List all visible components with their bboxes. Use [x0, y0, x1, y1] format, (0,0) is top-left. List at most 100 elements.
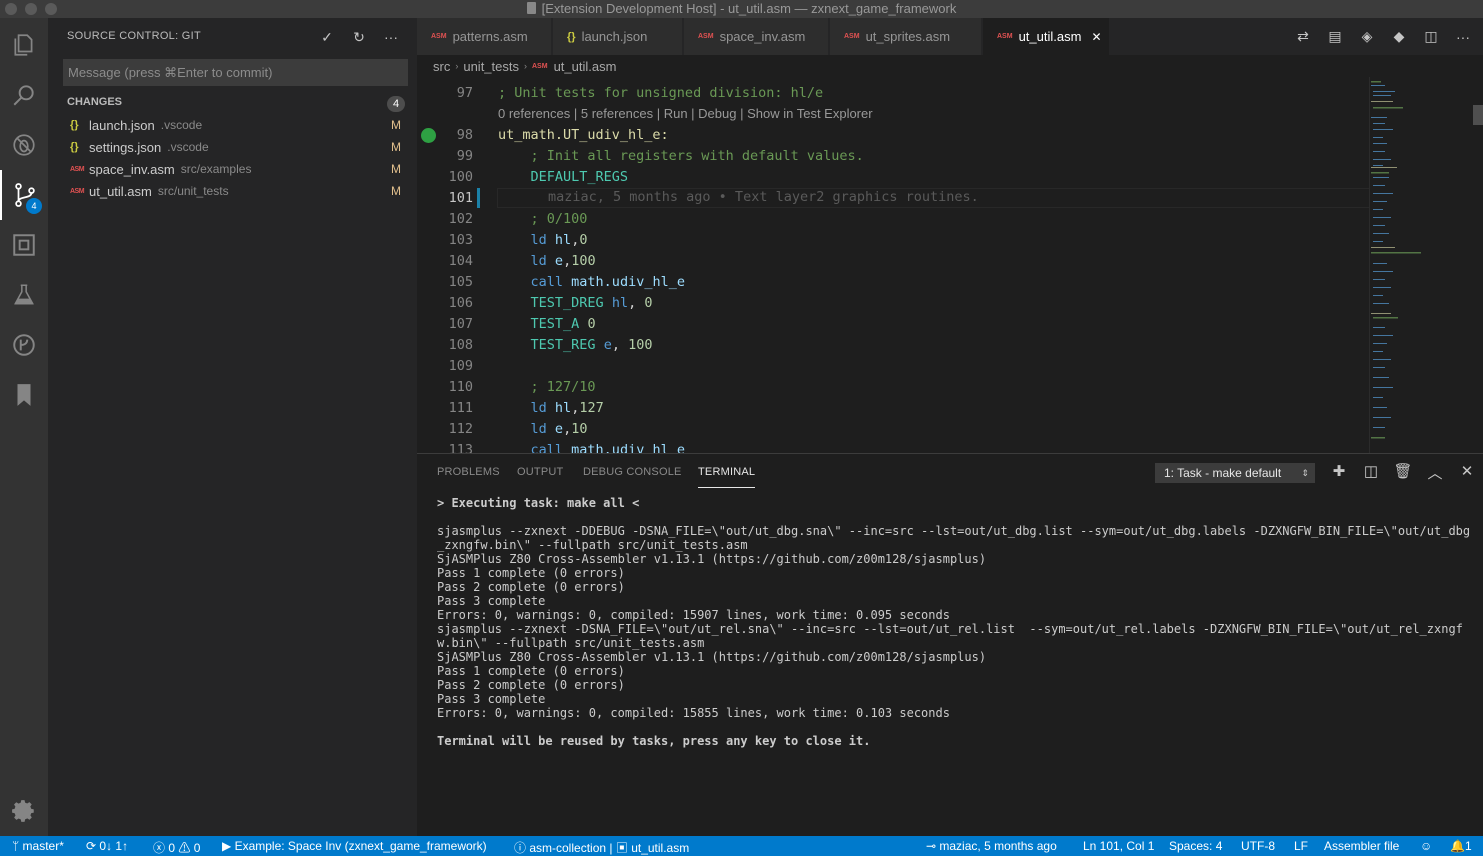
- line-number: 108: [448, 337, 473, 353]
- manage-button[interactable]: [0, 786, 48, 836]
- tab-patterns-asm[interactable]: ASM patterns.asm: [417, 18, 552, 55]
- file-icon: [526, 2, 536, 14]
- panel-actions: ✚ ◫ 🗑 ︿ ✕: [1323, 462, 1483, 483]
- modified-line-marker: [477, 188, 480, 208]
- list-item[interactable]: ASM space_inv.asm src/examples M: [48, 158, 417, 180]
- warning-icon: ⚠: [178, 841, 194, 855]
- split-terminal-icon[interactable]: ◫: [1355, 462, 1387, 483]
- open-changes-icon[interactable]: ⇄: [1287, 28, 1319, 45]
- commit-check-icon[interactable]: ✓: [311, 27, 343, 47]
- code-lens[interactable]: 0 references | 5 references | Run | Debu…: [498, 106, 873, 121]
- eol-status[interactable]: LF: [1294, 839, 1308, 853]
- code-editor[interactable]: 97 98 99 100 101 102 103 104 105 106 107…: [417, 77, 1483, 453]
- debug-button[interactable]: [0, 120, 48, 170]
- git-compare-icon[interactable]: ◆: [1383, 28, 1415, 45]
- asm-file-icon: ASM: [997, 33, 1013, 40]
- file-dir: src/examples: [180, 162, 252, 176]
- gitlens-button[interactable]: [0, 320, 48, 370]
- toggle-blame-icon[interactable]: ◈: [1351, 28, 1383, 45]
- more-actions-icon[interactable]: ···: [1447, 29, 1479, 45]
- breadcrumb-item[interactable]: unit_tests: [463, 59, 519, 74]
- tab-debug-console[interactable]: DEBUG CONSOLE: [583, 466, 682, 478]
- tab-ut-sprites-asm[interactable]: ASM ut_sprites.asm: [830, 18, 982, 55]
- tab-space-inv-asm[interactable]: ASM space_inv.asm: [684, 18, 829, 55]
- activity-bar: 4: [0, 18, 48, 836]
- close-tab-icon[interactable]: ✕: [1091, 30, 1101, 44]
- extensions-icon: [13, 234, 35, 256]
- status-file-label: ut_util.asm: [631, 841, 690, 855]
- language-mode-status[interactable]: Assembler file: [1324, 839, 1399, 853]
- line-number: 106: [448, 295, 473, 311]
- terminal-output[interactable]: > Executing task: make all < sjasmplus -…: [437, 496, 1472, 748]
- refresh-icon[interactable]: ↻: [343, 27, 375, 47]
- list-item[interactable]: {} settings.json .vscode M: [48, 136, 417, 158]
- cursor-position[interactable]: Ln 101, Col 1: [1083, 839, 1154, 853]
- commit-message-input[interactable]: [63, 59, 408, 86]
- breadcrumb-item[interactable]: ut_util.asm: [554, 59, 617, 74]
- terminal-line: Pass 1 complete (0 errors): [437, 566, 625, 580]
- blame-label: maziac, 5 months ago: [939, 839, 1057, 853]
- minimap[interactable]: [1365, 77, 1469, 453]
- close-panel-icon[interactable]: ✕: [1451, 462, 1483, 483]
- feedback-smiley-icon[interactable]: ☺: [1420, 839, 1432, 853]
- changes-header[interactable]: CHANGES: [67, 96, 122, 108]
- warning-count: 0: [193, 841, 201, 855]
- code-line: ; Init all registers with default values…: [530, 148, 864, 164]
- line-number: 102: [448, 211, 473, 227]
- search-button[interactable]: [0, 70, 48, 120]
- code-line: ld e,100: [530, 253, 596, 269]
- tab-terminal[interactable]: TERMINAL: [698, 466, 756, 488]
- test-button[interactable]: [0, 270, 48, 320]
- asm-file-icon: ASM: [532, 62, 548, 70]
- tab-launch-json[interactable]: {} launch.json: [553, 18, 683, 55]
- terminal-line: sjasmplus --zxnext -DSNA_FILE=\"out/ut_r…: [437, 622, 1463, 650]
- debug-config-status[interactable]: ▶ Example: Space Inv (zxnext_game_framew…: [222, 839, 487, 853]
- sync-status[interactable]: ⟳ 0↓ 1↑: [86, 839, 128, 853]
- split-editor-icon[interactable]: ◫: [1415, 28, 1447, 45]
- source-control-button[interactable]: 4: [0, 170, 48, 220]
- bookmarks-button[interactable]: [0, 370, 48, 420]
- extensions-button[interactable]: [0, 220, 48, 270]
- language-ext-status[interactable]: ⓘ asm-collection | ▣ ut_util.asm: [514, 839, 689, 856]
- tab-output[interactable]: OUTPUT: [517, 466, 563, 478]
- trash-icon[interactable]: 🗑: [1387, 462, 1419, 483]
- file-dir: .vscode: [160, 118, 203, 132]
- asm-file-icon: ASM: [70, 187, 85, 195]
- terminal-line: Pass 3 complete: [437, 692, 546, 706]
- file-status: M: [391, 162, 401, 176]
- status-bar: ᛘ master* ⟳ 0↓ 1↑ ⓧ 0 ⚠ 0 ▶ Example: Spa…: [0, 836, 1483, 856]
- new-terminal-icon[interactable]: ✚: [1323, 462, 1355, 483]
- breadcrumb: src › unit_tests › ASM ut_util.asm: [417, 55, 1483, 77]
- terminal-line: Errors: 0, warnings: 0, compiled: 15855 …: [437, 706, 950, 720]
- source-control-sidebar: SOURCE CONTROL: GIT ✓ ↻ ··· CHANGES 4 {}…: [48, 18, 417, 836]
- line-number: 109: [448, 358, 473, 374]
- more-actions-icon[interactable]: ···: [375, 27, 407, 47]
- code-line: call math.udiv_hl_e: [530, 274, 685, 290]
- terminal-line: > Executing task: make all <: [437, 496, 640, 510]
- indentation-status[interactable]: Spaces: 4: [1169, 839, 1222, 853]
- preview-icon[interactable]: ▤: [1319, 28, 1351, 45]
- encoding-status[interactable]: UTF-8: [1241, 839, 1275, 853]
- notifications-status[interactable]: 🔔1: [1450, 839, 1472, 853]
- code-line: ; Unit tests for unsigned division: hl/e: [498, 85, 824, 101]
- list-item[interactable]: {} launch.json .vscode M: [48, 114, 417, 136]
- code-line: call math.udiv_hl_e: [530, 442, 685, 453]
- file-status: M: [391, 118, 401, 132]
- terminal-select[interactable]: 1: Task - make default ⇕: [1155, 463, 1315, 483]
- branch-status[interactable]: ᛘ master*: [12, 839, 64, 853]
- debug-config-label: Example: Space Inv (zxnext_game_framewor…: [234, 839, 487, 853]
- tab-label: space_inv.asm: [719, 29, 806, 44]
- explorer-button[interactable]: [0, 20, 48, 70]
- tab-problems[interactable]: PROBLEMS: [437, 466, 500, 478]
- blame-status[interactable]: ⊸ maziac, 5 months ago: [926, 839, 1057, 853]
- no-bug-icon: [13, 134, 35, 156]
- lang-ext-label: asm-collection |: [529, 841, 613, 855]
- maximize-panel-icon[interactable]: ︿: [1419, 462, 1451, 483]
- list-item[interactable]: ASM ut_util.asm src/unit_tests M: [48, 180, 417, 202]
- json-file-icon: {}: [567, 30, 576, 43]
- breadcrumb-item[interactable]: src: [433, 59, 450, 74]
- tab-ut-util-asm[interactable]: ASM ut_util.asm ✕: [983, 18, 1110, 55]
- problems-status[interactable]: ⓧ 0 ⚠ 0: [153, 839, 200, 856]
- editor-scrollbar-thumb[interactable]: [1473, 105, 1483, 125]
